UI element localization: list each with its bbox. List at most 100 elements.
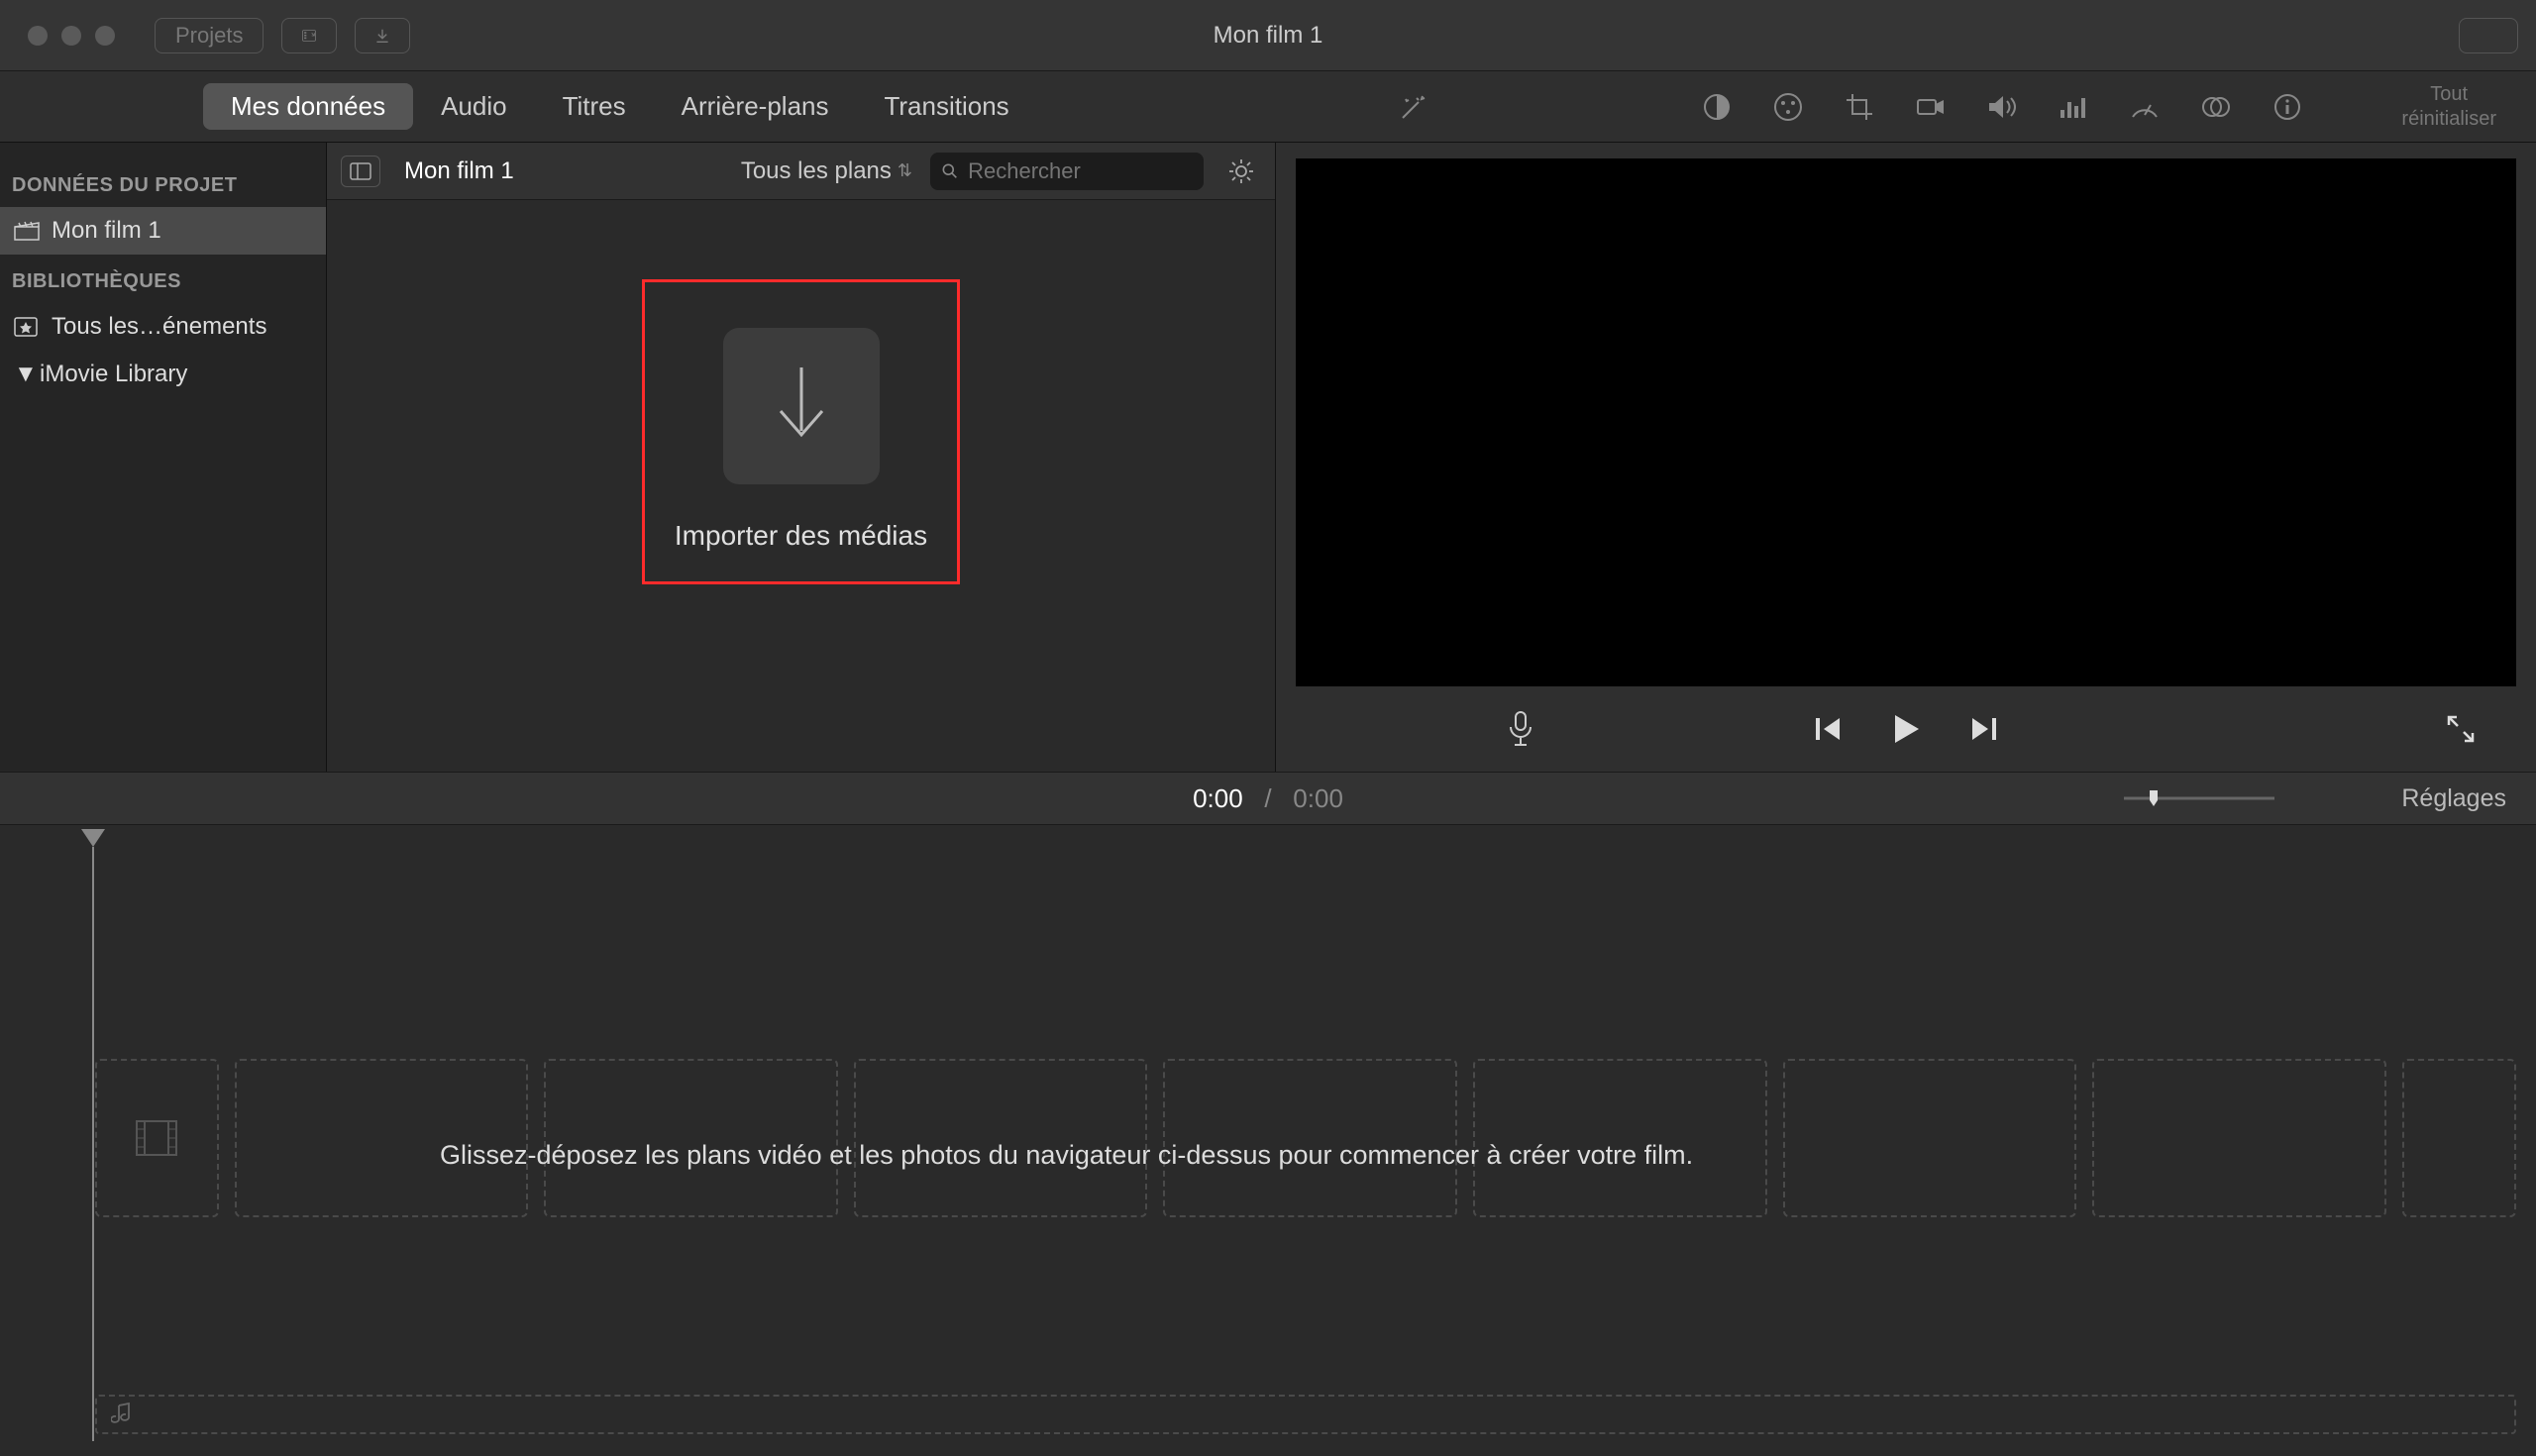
tab-titles[interactable]: Titres: [535, 83, 654, 130]
import-media-label: Importer des médias: [675, 520, 927, 552]
download-arrow-large-icon: [767, 362, 836, 451]
viewer-canvas: [1296, 158, 2516, 686]
color-correction-button[interactable]: [1771, 90, 1805, 124]
search-icon: [942, 162, 958, 180]
video-camera-icon: [1916, 94, 1946, 120]
info-button[interactable]: [2271, 90, 2304, 124]
enhance-button[interactable]: [1397, 90, 1430, 124]
skip-forward-icon: [1968, 715, 1998, 743]
volume-button[interactable]: [1985, 90, 2019, 124]
import-highlight-box: Importer des médias: [642, 279, 960, 584]
info-icon: [2272, 92, 2302, 122]
sidebar-item-project[interactable]: Mon film 1: [0, 207, 326, 255]
sidebar-header-libraries: BIBLIOTHÈQUES: [0, 255, 326, 303]
window-traffic-lights: [28, 26, 115, 46]
close-window-icon[interactable]: [28, 26, 48, 46]
timeline-header: 0:00 / 0:00 Réglages: [0, 772, 2536, 825]
audio-track: [95, 1395, 2516, 1434]
speaker-icon: [1986, 93, 2018, 121]
timeline-hint-text: Glissez-déposez les plans vidéo et les p…: [440, 1140, 1693, 1171]
toggle-sidebar-button[interactable]: [341, 156, 380, 187]
tab-backgrounds[interactable]: Arrière-plans: [654, 83, 857, 130]
total-time: 0:00: [1293, 783, 1343, 813]
voiceover-button[interactable]: [1506, 709, 1535, 749]
window-title: Mon film 1: [1214, 22, 1323, 50]
fullscreen-window-icon[interactable]: [95, 26, 115, 46]
play-button[interactable]: [1889, 712, 1923, 746]
search-input[interactable]: [968, 158, 1192, 184]
playhead-line: [92, 847, 94, 1441]
clip-filter-dropdown[interactable]: Tous les plans ⇅: [741, 157, 912, 185]
sidebar-project-label: Mon film 1: [52, 217, 161, 245]
timeline-time-display: 0:00 / 0:00: [1193, 783, 1343, 814]
playhead-handle-icon: [81, 829, 105, 847]
media-import-toolbar-button[interactable]: [281, 18, 337, 53]
browser-content: Importer des médias: [327, 200, 1275, 772]
sidebar-item-library[interactable]: ▼ iMovie Library: [0, 351, 326, 398]
noise-reduction-button[interactable]: [2057, 90, 2090, 124]
speedometer-icon: [2129, 93, 2161, 121]
crop-icon: [1845, 92, 1874, 122]
half-circle-icon: [1702, 92, 1732, 122]
prev-button[interactable]: [1814, 715, 1844, 743]
palette-icon: [1772, 91, 1804, 123]
filmstrip-placeholder-icon: [135, 1119, 178, 1157]
fullscreen-button[interactable]: [2445, 713, 2477, 745]
speed-button[interactable]: [2128, 90, 2162, 124]
browser-header: Mon film 1 Tous les plans ⇅: [327, 143, 1275, 200]
crop-button[interactable]: [1843, 90, 1876, 124]
clip-filter-label: Tous les plans: [741, 157, 892, 185]
gear-icon: [1227, 157, 1255, 185]
slider-icon: [2120, 786, 2278, 810]
viewer-pane: [1276, 143, 2536, 772]
clip-placeholder: [1473, 1059, 1767, 1217]
import-toolbar-button[interactable]: [355, 18, 410, 53]
title-bar: Projets Mon film 1: [0, 0, 2536, 71]
reset-all-line1: Tout: [2401, 82, 2496, 107]
disclosure-triangle-icon[interactable]: ▼: [14, 361, 28, 388]
browser-title: Mon film 1: [404, 157, 514, 185]
music-note-icon: [111, 1403, 133, 1426]
download-arrow-icon: [375, 25, 389, 47]
microphone-icon: [1506, 709, 1535, 749]
current-time: 0:00: [1193, 783, 1243, 813]
sidebar-item-all-events[interactable]: Tous les…énements: [0, 303, 326, 351]
projects-button[interactable]: Projets: [155, 18, 264, 53]
library-tabs: Mes données Audio Titres Arrière-plans T…: [203, 83, 1037, 130]
browser-settings-button[interactable]: [1221, 152, 1261, 191]
reset-all-button[interactable]: Tout réinitialiser: [2401, 82, 2496, 132]
media-browser: Mon film 1 Tous les plans ⇅ Importer des…: [327, 143, 1276, 772]
tab-transitions[interactable]: Transitions: [856, 83, 1036, 130]
import-media-button[interactable]: [723, 328, 880, 484]
timeline-settings-button[interactable]: Réglages: [2401, 784, 2506, 813]
toolbar-row: Mes données Audio Titres Arrière-plans T…: [0, 71, 2536, 143]
sidebar-all-events-label: Tous les…énements: [52, 313, 266, 341]
zoom-slider[interactable]: [2120, 786, 2278, 810]
reset-all-line2: réinitialiser: [2401, 107, 2496, 132]
timeline[interactable]: Glissez-déposez les plans vidéo et les p…: [0, 825, 2536, 1454]
clip-placeholder: [854, 1059, 1148, 1217]
share-button[interactable]: [2459, 18, 2518, 53]
sidebar-toggle-icon: [350, 162, 371, 180]
search-field[interactable]: [930, 153, 1204, 190]
filmstrip-icon: [302, 25, 316, 47]
clip-placeholder: [1163, 1059, 1457, 1217]
titlebar-buttons: Projets: [155, 18, 410, 53]
clapperboard-icon: [14, 221, 40, 241]
tab-audio[interactable]: Audio: [413, 83, 535, 130]
expand-icon: [2445, 713, 2477, 745]
overlap-circles-icon: [2200, 93, 2232, 121]
stabilization-button[interactable]: [1914, 90, 1948, 124]
clip-placeholder: [1783, 1059, 2077, 1217]
next-button[interactable]: [1968, 715, 1998, 743]
clip-placeholder: [2092, 1059, 2386, 1217]
magic-wand-icon: [1397, 90, 1430, 124]
library-sidebar: DONNÉES DU PROJET Mon film 1 BIBLIOTHÈQU…: [0, 143, 327, 772]
clip-placeholder-icon-slot: [95, 1059, 219, 1217]
minimize-window-icon[interactable]: [61, 26, 81, 46]
tab-my-media[interactable]: Mes données: [203, 83, 413, 130]
play-icon: [1889, 712, 1923, 746]
color-balance-button[interactable]: [1700, 90, 1734, 124]
time-separator: /: [1250, 783, 1286, 813]
clip-filter-button[interactable]: [2199, 90, 2233, 124]
